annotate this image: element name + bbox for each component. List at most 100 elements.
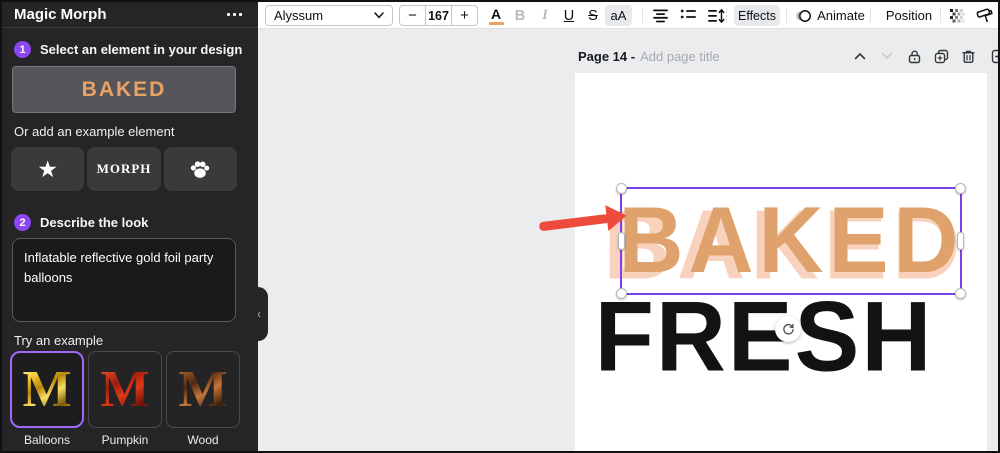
step-2-badge: 2 [14, 214, 31, 231]
arrow-shaft [538, 213, 610, 232]
align-center-icon [652, 9, 668, 23]
text-color-button[interactable]: A [484, 5, 508, 26]
italic-button[interactable]: I [533, 5, 557, 26]
font-size-value[interactable]: 167 [425, 6, 452, 25]
resize-handle-top-right[interactable] [955, 183, 966, 194]
text-color-swatch [488, 21, 504, 25]
move-page-down-button[interactable] [878, 47, 896, 65]
canvas-workspace: Page 14 - Add page title BAKED BAKED FRE… [258, 29, 998, 451]
lock-icon [908, 50, 920, 63]
duplicate-page-button[interactable] [932, 47, 950, 65]
page-number-label: Page 14 - [578, 48, 636, 64]
preview-text: BAKED [81, 77, 167, 101]
spacing-button[interactable] [704, 5, 728, 26]
thumbnail-pumpkin[interactable]: M Pumpkin [88, 351, 162, 447]
example-star-button[interactable]: ★ [11, 147, 85, 191]
describe-look-textarea[interactable]: Inflatable reflective gold foil party ba… [12, 238, 236, 322]
panel-title: Magic Morph [14, 6, 107, 23]
selection-bounding-box[interactable] [616, 183, 966, 299]
fresh-text-element[interactable]: FRESH [593, 281, 935, 392]
chevron-down-icon [374, 12, 384, 19]
thumbnail-wood-image: M [166, 351, 240, 428]
bold-button[interactable]: B [508, 5, 532, 26]
app-window: Magic Morph 1 Select an element in your … [2, 2, 998, 451]
example-morph-button[interactable]: MORPH [87, 147, 161, 191]
thumbnail-wood[interactable]: M Wood [166, 351, 240, 447]
toolbar-divider [940, 8, 941, 23]
animate-label: Animate [817, 8, 865, 23]
example-elements-row: ★ MORPH [11, 147, 237, 191]
font-name: Alyssum [274, 8, 324, 23]
rotate-handle[interactable] [775, 316, 801, 342]
example-thumbnails-row: M Balloons M Pumpkin M Wood [10, 351, 240, 447]
page-header: Page 14 - Add page title [578, 47, 720, 65]
paw-icon [191, 161, 210, 178]
thumbnail-pumpkin-label: Pumpkin [101, 433, 149, 447]
resize-handle-bottom-right[interactable] [955, 288, 966, 299]
screenshot-frame: Magic Morph 1 Select an element in your … [0, 0, 1000, 453]
position-button[interactable]: Position [880, 5, 938, 26]
text-toolbar: Alyssum − 167 + A B I U S aA Effects Ani… [258, 2, 998, 29]
step-1-badge: 1 [14, 41, 31, 58]
add-page-button[interactable] [989, 47, 998, 65]
ellipsis-menu-icon[interactable] [223, 9, 246, 20]
gold-m-letter: M [22, 360, 72, 418]
try-example-label: Try an example [14, 333, 104, 348]
bullet-list-icon [680, 9, 696, 19]
page-title-input[interactable]: Add page title [640, 49, 720, 64]
toolbar-divider [726, 8, 727, 23]
add-page-icon [991, 49, 998, 63]
paint-roller-icon [976, 8, 993, 23]
toolbar-divider [870, 8, 871, 23]
thumbnail-balloons-label: Balloons [23, 433, 71, 447]
step-2-row: 2 Describe the look [14, 214, 148, 231]
resize-handle-middle-right[interactable] [957, 232, 964, 250]
step-1-row: 1 Select an element in your design [14, 41, 242, 58]
transparency-button[interactable] [946, 5, 968, 26]
trash-icon [961, 50, 975, 63]
text-case-button[interactable]: aA [605, 5, 632, 26]
toolbar-divider [642, 8, 643, 23]
magic-morph-panel: Magic Morph 1 Select an element in your … [2, 2, 258, 451]
pumpkin-m-letter: M [100, 360, 150, 418]
strikethrough-button[interactable]: S [581, 5, 605, 26]
decrease-font-size-button[interactable]: − [400, 6, 425, 25]
thumbnail-wood-label: Wood [187, 433, 219, 447]
toolbar-divider [786, 8, 787, 23]
transparency-checker-icon [950, 8, 965, 22]
move-page-up-button[interactable] [851, 47, 869, 65]
fresh-text: FRESH [594, 280, 934, 393]
lock-page-button[interactable] [905, 47, 923, 65]
morph-text-label: MORPH [96, 161, 152, 176]
text-align-button[interactable] [648, 5, 672, 26]
thumbnail-pumpkin-image: M [88, 351, 162, 428]
thumbnail-balloons[interactable]: M Balloons [10, 351, 84, 447]
resize-handle-bottom-left[interactable] [616, 288, 627, 299]
increase-font-size-button[interactable]: + [452, 6, 477, 25]
duplicate-icon [934, 49, 948, 63]
animate-icon [796, 9, 812, 22]
star-icon: ★ [37, 155, 58, 182]
font-family-select[interactable]: Alyssum [265, 5, 393, 26]
list-button[interactable] [676, 5, 700, 26]
rotate-icon [782, 323, 794, 335]
step-1-label: Select an element in your design [40, 42, 243, 57]
panel-header: Magic Morph [2, 2, 258, 28]
copy-style-button[interactable] [972, 5, 996, 26]
or-add-example-label: Or add an example element [14, 124, 175, 139]
delete-page-button[interactable] [959, 47, 977, 65]
thumbnail-balloons-image: M [10, 351, 84, 428]
example-paw-button[interactable] [163, 147, 237, 191]
resize-handle-middle-left[interactable] [618, 232, 625, 250]
line-spacing-icon [708, 8, 725, 23]
text-color-letter: A [490, 5, 502, 22]
font-size-stepper: − 167 + [399, 5, 478, 26]
animate-button[interactable]: Animate [792, 5, 868, 26]
resize-handle-top-left[interactable] [616, 183, 627, 194]
selected-element-preview[interactable]: BAKED [12, 66, 236, 113]
wood-m-letter: M [178, 360, 228, 418]
underline-button[interactable]: U [557, 5, 581, 26]
effects-button[interactable]: Effects [734, 5, 780, 26]
step-2-label: Describe the look [40, 215, 149, 230]
chevron-up-icon [854, 52, 866, 60]
